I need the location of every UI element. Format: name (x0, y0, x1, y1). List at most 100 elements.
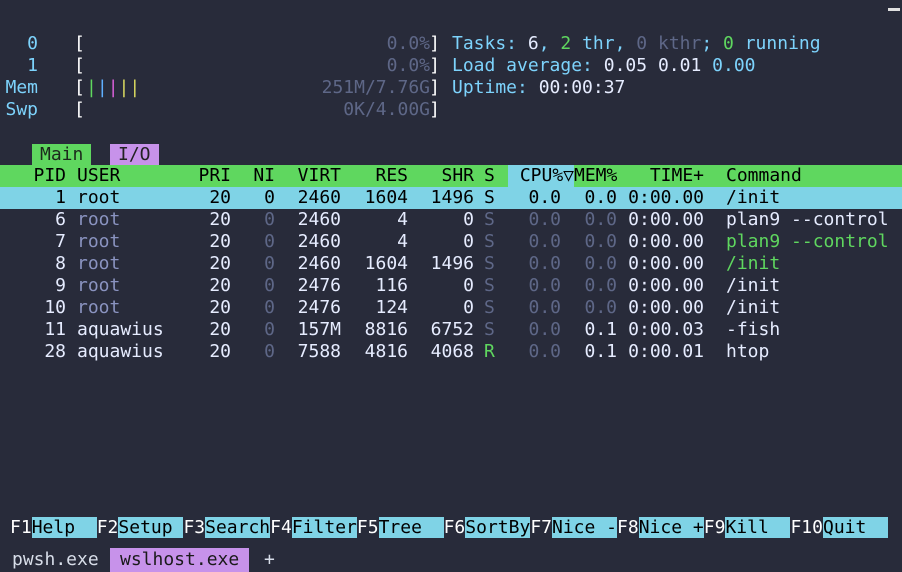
fkey-label-f4[interactable]: Filter (291, 517, 357, 538)
cell-virt: 2460 (297, 209, 341, 230)
cell-mem: 0.0 (584, 275, 617, 296)
cell-cpu: 0.0 (528, 297, 561, 318)
cell-s: S (484, 187, 495, 208)
fkey-f4[interactable]: F4 (270, 517, 292, 538)
cell-s: S (484, 253, 495, 274)
col-header-state[interactable]: S (484, 165, 495, 187)
fkey-label-f6[interactable]: SortBy (465, 517, 531, 538)
cell-cpu: 0.0 (528, 341, 561, 362)
tab-main[interactable]: Main (32, 144, 92, 166)
new-tab-button[interactable]: + (254, 548, 285, 572)
cell-time: 0:00.00 (628, 253, 704, 274)
cell-shr: 0 (463, 297, 474, 318)
cell-pid: 9 (55, 275, 66, 296)
fkey-label-f7[interactable]: Nice - (552, 517, 618, 538)
meter-bracket: ] (429, 33, 440, 54)
meter-row: Mem[||||| 251M/7.76G] (0, 77, 440, 99)
cell-s: S (484, 297, 495, 318)
fkey-f8[interactable]: F8 (617, 517, 639, 538)
meter-bracket: [ (74, 55, 85, 76)
cell-pri: 20 (209, 319, 231, 340)
col-header-cpu[interactable]: CPU%▽ (508, 165, 574, 187)
cell-time: 0:00.01 (628, 341, 704, 362)
fkey-label-f3[interactable]: Search (205, 517, 271, 538)
col-header-shr[interactable]: SHR (416, 165, 474, 187)
meter-bracket: ] (429, 99, 440, 120)
cell-user: aquawius (77, 319, 164, 340)
cell-command: /init (726, 187, 781, 208)
tab-io[interactable]: I/O (110, 144, 159, 166)
cell-pid: 10 (44, 297, 66, 318)
meter-bar-segment: | (107, 77, 119, 98)
meter-bracket: ] (429, 55, 440, 76)
fkey-label-f9[interactable]: Kill (725, 517, 791, 538)
cell-virt: 157M (297, 319, 341, 340)
tasks-line: Tasks: 6, 2 thr, 0 kthr; 0 running (452, 33, 821, 54)
fkey-f2[interactable]: F2 (97, 517, 119, 538)
col-header-pri[interactable]: PRI (190, 165, 231, 187)
meter-bar-segment: | (96, 77, 108, 98)
meter-bar-segment: | (129, 77, 141, 98)
cell-res: 1604 (364, 187, 408, 208)
cell-virt: 7588 (297, 341, 341, 362)
fkey-label-f10[interactable]: Quit (822, 517, 889, 538)
meter-row: 0 [0.0%] (0, 33, 440, 55)
cell-shr: 0 (463, 209, 474, 230)
meter-row: Swp [0K/4.00G] (0, 99, 440, 121)
cell-time: 0:00.00 (628, 275, 704, 296)
meter-bracket: [ (74, 77, 85, 98)
col-header-mem[interactable]: MEM% (574, 165, 617, 187)
cell-virt: 2476 (297, 297, 341, 318)
cell-command: /init (726, 297, 781, 318)
cell-shr: 1496 (430, 253, 474, 274)
cell-user: aquawius (77, 341, 164, 362)
col-header-user[interactable]: USER (77, 165, 120, 187)
col-header-command[interactable]: Command (726, 165, 802, 187)
cell-user: root (77, 187, 121, 208)
cell-ni: 0 (264, 297, 275, 318)
cell-time: 0:00.00 (628, 297, 704, 318)
meter-value: 0.0% (386, 33, 430, 54)
cell-pid: 28 (44, 341, 66, 362)
cell-pri: 20 (209, 231, 231, 252)
col-header-pid[interactable]: PID (0, 165, 66, 187)
meter-value: 0.0% (386, 55, 430, 76)
cell-cpu: 0.0 (528, 231, 561, 252)
fkey-f3[interactable]: F3 (183, 517, 205, 538)
fkey-label-f2[interactable]: Setup (118, 517, 184, 538)
cell-ni: 0 (264, 187, 275, 208)
cell-virt: 2476 (297, 275, 341, 296)
col-header-ni[interactable]: NI (240, 165, 275, 187)
terminal-tab-wslhost[interactable]: wslhost.exe (110, 548, 250, 572)
cell-res: 124 (375, 297, 408, 318)
fkey-label-f8[interactable]: Nice + (638, 517, 704, 538)
cell-virt: 2460 (297, 231, 341, 252)
fkey-f10[interactable]: F10 (790, 517, 823, 538)
col-header-time[interactable]: TIME+ (624, 165, 704, 187)
fkey-f9[interactable]: F9 (704, 517, 726, 538)
col-header-res[interactable]: RES (350, 165, 408, 187)
cell-pri: 20 (209, 297, 231, 318)
cell-ni: 0 (264, 209, 275, 230)
fkey-f7[interactable]: F7 (530, 517, 552, 538)
terminal-tab-pwsh[interactable]: pwsh.exe (2, 548, 109, 572)
cell-shr: 0 (463, 231, 474, 252)
fkey-f6[interactable]: F6 (444, 517, 466, 538)
cell-pid: 8 (55, 253, 66, 274)
fkey-f5[interactable]: F5 (357, 517, 379, 538)
cell-shr: 6752 (430, 319, 474, 340)
meter-label: Swp (5, 99, 38, 120)
fkey-label-f5[interactable]: Tree (378, 517, 444, 538)
cell-time: 0:00.00 (628, 231, 704, 252)
uptime-line: Uptime: 00:00:37 (452, 77, 626, 98)
fkey-label-f1[interactable]: Help (31, 517, 97, 538)
col-header-virt[interactable]: VIRT (284, 165, 341, 187)
meter-bar-segment: | (86, 77, 97, 98)
fkey-f1[interactable]: F1 (10, 517, 32, 538)
cell-command: -fish (726, 319, 781, 340)
cell-cpu: 0.0 (528, 209, 561, 230)
cell-time: 0:00.00 (628, 209, 704, 230)
cell-ni: 0 (264, 341, 275, 362)
cell-command: plan9 --control (726, 231, 889, 252)
meter-row: 1 [0.0%] (0, 55, 440, 77)
